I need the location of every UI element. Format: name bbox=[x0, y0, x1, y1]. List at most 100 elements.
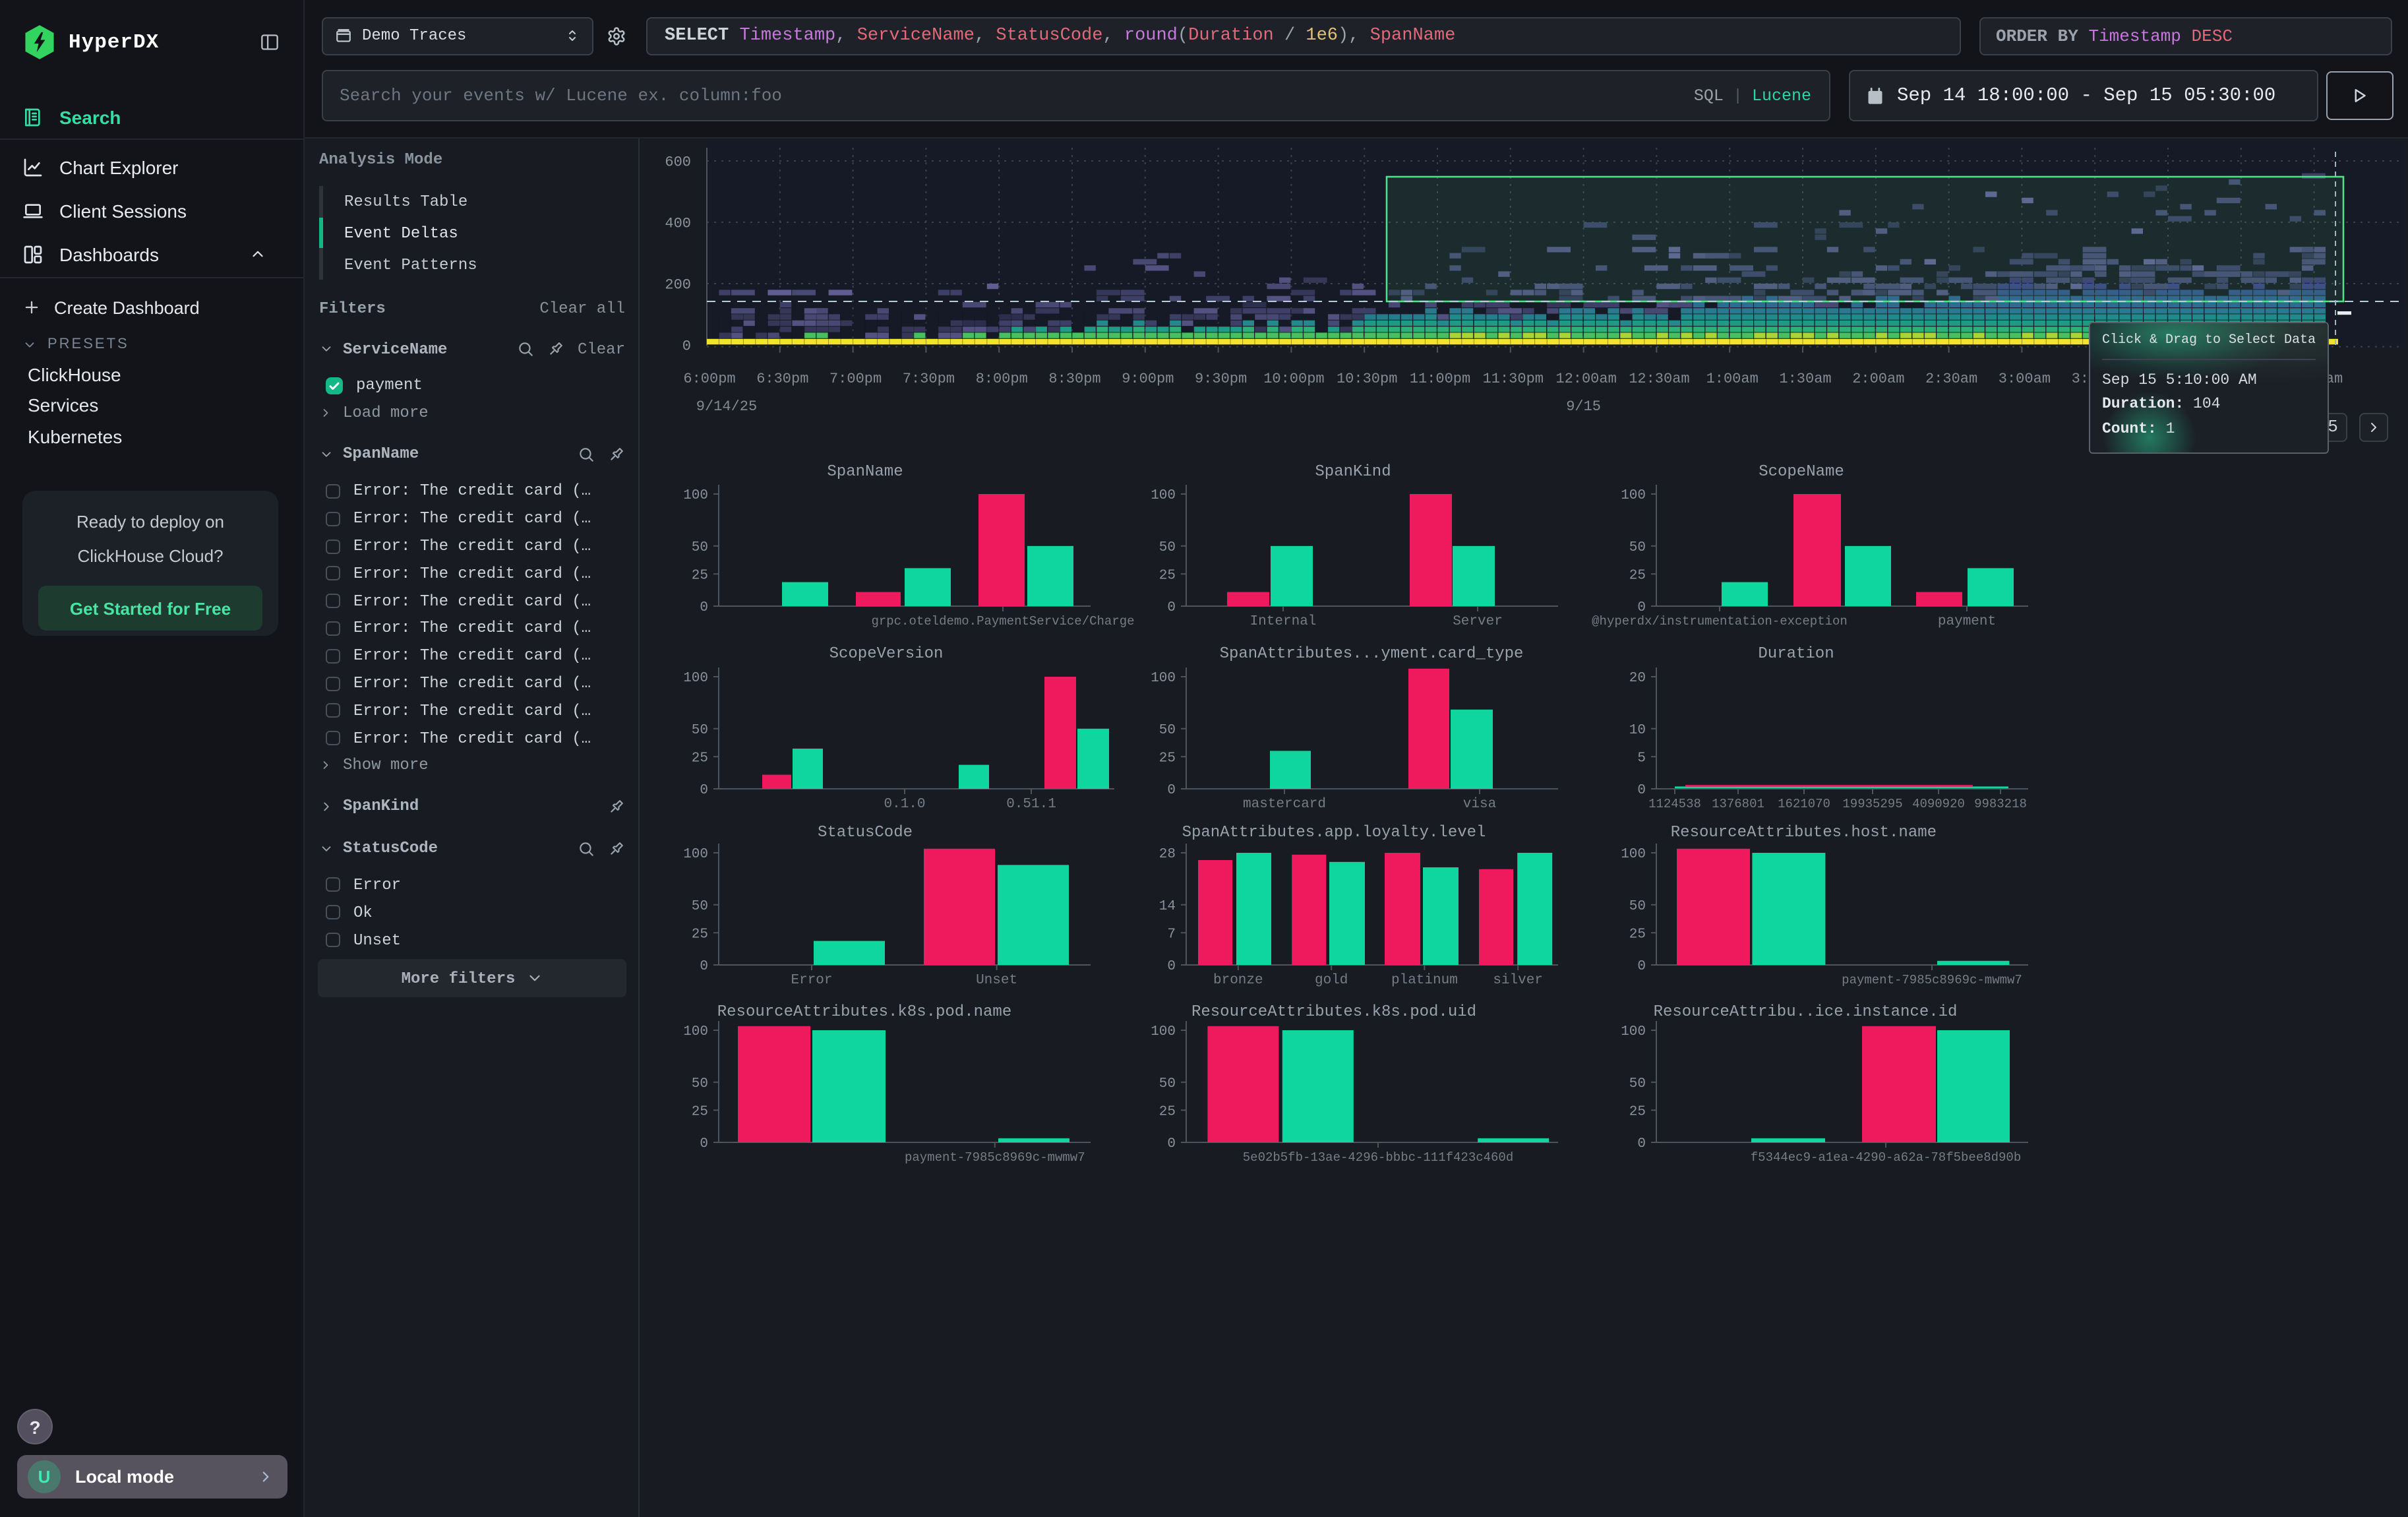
svg-text:SpanName: SpanName bbox=[827, 463, 903, 481]
svg-text:SpanAttributes...yment.card_ty: SpanAttributes...yment.card_type bbox=[1220, 645, 1524, 663]
svg-text:100: 100 bbox=[1151, 671, 1176, 686]
svg-text:25: 25 bbox=[692, 751, 708, 766]
svg-text:50: 50 bbox=[1629, 540, 1646, 555]
svg-text:100: 100 bbox=[1151, 1024, 1176, 1039]
svg-text:25: 25 bbox=[1629, 927, 1646, 942]
svg-text:28: 28 bbox=[1159, 847, 1176, 862]
svg-text:0: 0 bbox=[700, 959, 708, 974]
svg-text:0: 0 bbox=[1637, 959, 1646, 974]
svg-text:1621070: 1621070 bbox=[1778, 797, 1830, 811]
svg-text:3:00am: 3:00am bbox=[1999, 371, 2051, 387]
svg-text:ResourceAttributes.k8s.pod.nam: ResourceAttributes.k8s.pod.name bbox=[717, 1003, 1011, 1021]
svg-text:7: 7 bbox=[1167, 927, 1176, 942]
svg-text:14: 14 bbox=[1159, 899, 1176, 914]
svg-text:0: 0 bbox=[700, 1136, 708, 1152]
svg-text:0: 0 bbox=[1637, 600, 1646, 615]
svg-text:0: 0 bbox=[1167, 600, 1176, 615]
svg-text:50: 50 bbox=[1629, 899, 1646, 914]
svg-text:100: 100 bbox=[683, 488, 708, 503]
svg-text:100: 100 bbox=[1621, 488, 1646, 503]
svg-text:600: 600 bbox=[665, 154, 691, 171]
svg-text:mastercard: mastercard bbox=[1243, 797, 1326, 812]
svg-text:StatusCode: StatusCode bbox=[818, 824, 913, 842]
svg-text:100: 100 bbox=[683, 1024, 708, 1039]
svg-text:0: 0 bbox=[1167, 959, 1176, 974]
svg-text:25: 25 bbox=[1159, 751, 1176, 766]
svg-text:ResourceAttributes.k8s.pod.uid: ResourceAttributes.k8s.pod.uid bbox=[1191, 1003, 1476, 1021]
svg-text:25: 25 bbox=[1159, 1104, 1176, 1119]
svg-text:payment-7985c8969c-mwmw7: payment-7985c8969c-mwmw7 bbox=[1842, 973, 2022, 987]
svg-text:0: 0 bbox=[1637, 1136, 1646, 1152]
svg-text:0: 0 bbox=[1167, 783, 1176, 798]
svg-text:payment: payment bbox=[1938, 614, 1996, 629]
svg-text:1:00am: 1:00am bbox=[1706, 371, 1759, 387]
svg-text:Duration: Duration bbox=[1758, 645, 1834, 663]
svg-text:6:30pm: 6:30pm bbox=[756, 371, 808, 387]
svg-text:12:30am: 12:30am bbox=[1629, 371, 1689, 387]
svg-text:50: 50 bbox=[692, 723, 708, 738]
svg-text:7:30pm: 7:30pm bbox=[903, 371, 955, 387]
svg-text:100: 100 bbox=[683, 847, 708, 862]
svg-text:5: 5 bbox=[1637, 751, 1646, 766]
svg-text:4090920: 4090920 bbox=[1912, 797, 1965, 811]
svg-text:8:00pm: 8:00pm bbox=[976, 371, 1028, 387]
svg-text:ScopeVersion: ScopeVersion bbox=[829, 645, 944, 663]
svg-text:10:00pm: 10:00pm bbox=[1263, 371, 1324, 387]
svg-text:19935295: 19935295 bbox=[1842, 797, 1902, 811]
svg-text:Internal: Internal bbox=[1250, 614, 1317, 629]
svg-text:11:00pm: 11:00pm bbox=[1410, 371, 1470, 387]
svg-text:0: 0 bbox=[1637, 783, 1646, 798]
svg-text:0: 0 bbox=[700, 783, 708, 798]
svg-text:11:30pm: 11:30pm bbox=[1483, 371, 1544, 387]
svg-text:50: 50 bbox=[692, 540, 708, 555]
svg-text:100: 100 bbox=[1151, 488, 1176, 503]
svg-text:grpc.oteldemo.PaymentService/C: grpc.oteldemo.PaymentService/Charge bbox=[871, 614, 1134, 629]
svg-text:9/15: 9/15 bbox=[1566, 398, 1601, 415]
svg-text:gold: gold bbox=[1315, 973, 1348, 988]
svg-text:10: 10 bbox=[1629, 723, 1646, 738]
svg-text:25: 25 bbox=[1629, 568, 1646, 583]
svg-text:50: 50 bbox=[692, 1076, 708, 1092]
svg-text:50: 50 bbox=[1629, 1076, 1646, 1092]
svg-text:25: 25 bbox=[692, 1104, 708, 1119]
svg-text:Unset: Unset bbox=[976, 973, 1017, 988]
svg-text:0: 0 bbox=[1167, 1136, 1176, 1152]
svg-text:Server: Server bbox=[1453, 614, 1503, 629]
svg-text:10:30pm: 10:30pm bbox=[1337, 371, 1397, 387]
svg-text:25: 25 bbox=[692, 568, 708, 583]
svg-text:2:30am: 2:30am bbox=[1925, 371, 1977, 387]
svg-text:25: 25 bbox=[1159, 568, 1176, 583]
svg-text:50: 50 bbox=[1159, 1076, 1176, 1092]
svg-text:silver: silver bbox=[1493, 973, 1543, 988]
svg-text:20: 20 bbox=[1629, 671, 1646, 686]
svg-text:100: 100 bbox=[683, 671, 708, 686]
svg-text:50: 50 bbox=[1159, 540, 1176, 555]
svg-text:100: 100 bbox=[1621, 847, 1646, 862]
svg-text:ScopeName: ScopeName bbox=[1759, 463, 1844, 481]
svg-text:200: 200 bbox=[665, 277, 691, 294]
svg-text:0: 0 bbox=[700, 600, 708, 615]
svg-text:SpanKind: SpanKind bbox=[1315, 463, 1391, 481]
svg-text:6:00pm: 6:00pm bbox=[683, 371, 735, 387]
svg-text:0.51.1: 0.51.1 bbox=[1006, 797, 1056, 812]
svg-text:2:00am: 2:00am bbox=[1852, 371, 1904, 387]
svg-text:25: 25 bbox=[1629, 1104, 1646, 1119]
svg-text:1376801: 1376801 bbox=[1712, 797, 1764, 811]
svg-text:1124538: 1124538 bbox=[1648, 797, 1701, 811]
svg-text:SpanAttributes.app.loyalty.lev: SpanAttributes.app.loyalty.level bbox=[1182, 824, 1486, 842]
svg-text:5e02b5fb-13ae-4296-bbbc-111f42: 5e02b5fb-13ae-4296-bbbc-111f423c460d bbox=[1243, 1150, 1513, 1165]
svg-text:1:30am: 1:30am bbox=[1779, 371, 1831, 387]
svg-text:12:00am: 12:00am bbox=[1555, 371, 1616, 387]
svg-text:8:30pm: 8:30pm bbox=[1048, 371, 1100, 387]
svg-text:9983218: 9983218 bbox=[1974, 797, 2027, 811]
svg-text:9/14/25: 9/14/25 bbox=[696, 398, 757, 415]
svg-text:9:30pm: 9:30pm bbox=[1195, 371, 1247, 387]
svg-text:platinum: platinum bbox=[1391, 973, 1458, 988]
svg-text:0.1.0: 0.1.0 bbox=[884, 797, 925, 812]
svg-text:100: 100 bbox=[1621, 1024, 1646, 1039]
svg-text:9:00pm: 9:00pm bbox=[1122, 371, 1174, 387]
svg-text:50: 50 bbox=[1159, 723, 1176, 738]
svg-text:0: 0 bbox=[682, 338, 691, 355]
svg-text:ResourceAttributes.host.name: ResourceAttributes.host.name bbox=[1671, 824, 1937, 842]
svg-text:400: 400 bbox=[665, 216, 691, 232]
